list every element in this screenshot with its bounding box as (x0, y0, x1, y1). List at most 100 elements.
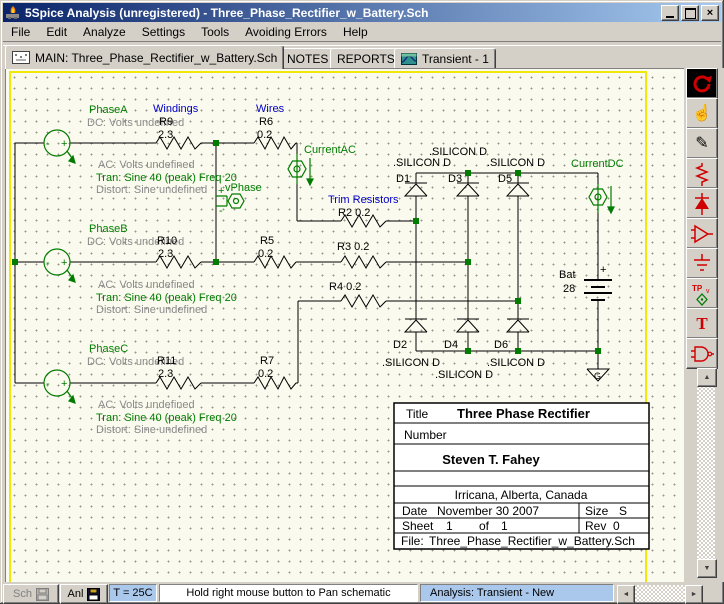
schematic-label[interactable]: + (600, 264, 606, 276)
scroll-right-button[interactable]: ► (685, 585, 703, 604)
schematic-label[interactable]: D5 (498, 173, 512, 185)
close-button[interactable]: × (701, 5, 719, 21)
schematic-label[interactable]: .SILICON D (435, 369, 493, 381)
schematic-label[interactable]: 28 (563, 283, 575, 295)
resistor-tool-button[interactable] (686, 158, 718, 189)
tab-reports[interactable]: REPORTS (330, 48, 402, 69)
schematic-label[interactable]: R9 (159, 116, 173, 128)
menu-avoiding-errors[interactable]: Avoiding Errors (237, 23, 335, 41)
tab-main-schematic[interactable]: MAIN: Three_Phase_Rectifier_w_Battery.Sc… (5, 45, 284, 69)
hand-tool-button[interactable]: ☝ (686, 98, 718, 129)
schematic-label[interactable]: 2.3 (158, 248, 173, 260)
schematic-label[interactable]: Distort: Sine undefined (96, 424, 207, 436)
schematic-label[interactable]: AC: Volts undefined (98, 159, 195, 171)
schematic-label[interactable]: 0.2 (258, 368, 273, 380)
schematic-label[interactable]: .SILICON D (393, 157, 451, 169)
schematic-label[interactable]: + (61, 138, 67, 150)
schematic-label[interactable]: Trim Resistors (328, 194, 399, 206)
schematic-label[interactable]: PhaseB (89, 223, 128, 235)
schematic-label[interactable]: + (61, 257, 67, 269)
logic-gate-tool-button[interactable] (686, 338, 718, 369)
schematic-label[interactable]: 2.3 (158, 129, 173, 141)
floppy-shutter (90, 589, 97, 593)
schematic-label[interactable]: AC: Volts undefined (98, 399, 195, 411)
schematic-canvas[interactable]: PhaseADC: Volts undefinedAC: Volts undef… (5, 68, 685, 583)
schematic-label[interactable]: D4 (444, 339, 458, 351)
schematic-label[interactable]: PhaseA (89, 104, 128, 116)
menu-tools[interactable]: Tools (193, 23, 237, 41)
schematic-label[interactable]: Tran: Sine 40 (peak) Freq 20 (96, 292, 237, 304)
menu-file[interactable]: File (3, 23, 38, 41)
junction (213, 259, 219, 265)
schematic-label[interactable]: R10 (157, 235, 177, 247)
save-analysis-button[interactable]: Anl (60, 584, 108, 604)
scroll-left-button[interactable]: ◄ (617, 585, 635, 604)
redraw-screen-button[interactable] (686, 68, 718, 99)
schematic-label[interactable]: D2 (393, 339, 407, 351)
schematic-label[interactable]: 0.2 (258, 248, 273, 260)
sch-label: Sch (13, 588, 32, 600)
scroll-up-button[interactable]: ▲ (697, 368, 717, 387)
opamp-tool-button[interactable] (686, 218, 718, 249)
schematic-label[interactable]: R6 (259, 116, 273, 128)
schematic-label[interactable]: 2.3 (158, 368, 173, 380)
schematic-label[interactable]: Windings (153, 103, 199, 115)
up-arrow-icon: ▲ (704, 374, 711, 381)
schematic-label[interactable]: R5 (260, 235, 274, 247)
schematic-label[interactable]: - (219, 205, 223, 217)
schematic-label[interactable]: AC: Volts undefined (98, 279, 195, 291)
menu-help[interactable]: Help (335, 23, 376, 41)
schematic-label[interactable]: R4 0.2 (329, 281, 361, 293)
save-schematic-button[interactable]: Sch (3, 584, 59, 604)
menu-edit[interactable]: Edit (38, 23, 75, 41)
menu-settings[interactable]: Settings (134, 23, 193, 41)
schematic-label[interactable]: R7 (260, 355, 274, 367)
wire-pencil-button[interactable]: ✎ (686, 128, 718, 159)
tab-notes-label: NOTES (287, 52, 328, 66)
scroll-down-button[interactable]: ▼ (697, 559, 717, 578)
minimize-button[interactable] (661, 5, 679, 21)
diodes[interactable] (405, 183, 529, 332)
diode-tool-button[interactable] (686, 188, 718, 219)
schematic-label[interactable]: PhaseC (89, 343, 128, 355)
vertical-scrollbar[interactable]: ▲ ▼ (697, 368, 715, 578)
schematic-label[interactable]: .SILICON D (487, 157, 545, 169)
battery[interactable] (584, 280, 612, 300)
schematic-label[interactable]: Tran: Sine 40 (peak) Freq 20 (96, 412, 237, 424)
schematic-label[interactable]: + (218, 185, 224, 197)
schematic-label[interactable]: D6 (494, 339, 508, 351)
horizontal-scrollbar[interactable]: ◄ ► (617, 585, 703, 602)
schematic-label[interactable]: 0.2 (257, 129, 272, 141)
text-tool-button[interactable]: T (686, 308, 718, 339)
schematic-label[interactable]: Distort: Sine undefined (96, 304, 207, 316)
vphase-probe[interactable] (228, 194, 244, 208)
schematic-label[interactable]: CurrentDC (571, 158, 624, 170)
schematic-label[interactable]: G (594, 371, 601, 381)
tab-transient[interactable]: Transient - 1 (394, 48, 496, 69)
schematic-label[interactable]: - (46, 138, 50, 150)
power-source-tool-button[interactable] (686, 248, 718, 279)
schematic-label[interactable]: Bat (559, 269, 576, 281)
schematic-label[interactable]: D1 (396, 173, 410, 185)
schematic-label[interactable]: vPhase (225, 182, 262, 194)
nand-body (695, 347, 708, 361)
maximize-button[interactable] (681, 5, 699, 21)
schematic-label[interactable]: CurrentAC (304, 144, 356, 156)
schematic-label[interactable]: D3 (448, 173, 462, 185)
schematic-label[interactable]: + (61, 378, 67, 390)
schematic-label[interactable]: Distort: Sine undefined (96, 184, 207, 196)
schematic-label[interactable]: .SILICON D (487, 357, 545, 369)
schematic-label[interactable]: - (46, 378, 50, 390)
menu-analyze[interactable]: Analyze (75, 23, 134, 41)
schematic-label[interactable]: Tran: Sine 40 (peak) Freq 20 (96, 172, 237, 184)
analysis-panel: Analysis: Transient - New (420, 584, 614, 602)
titleblock-size-label: Size (585, 504, 609, 518)
schematic-label[interactable]: R3 0.2 (337, 241, 369, 253)
schematic-label[interactable]: - (46, 257, 50, 269)
schematic-label[interactable]: .SILICON D (382, 357, 440, 369)
schematic-label[interactable]: Wires (256, 103, 285, 115)
schematic-label[interactable]: R2 0.2 (338, 207, 370, 219)
logic-gate-icon (689, 342, 715, 366)
schematic-label[interactable]: R11 (157, 355, 176, 367)
test-point-tool-button[interactable]: TP v (686, 278, 718, 309)
